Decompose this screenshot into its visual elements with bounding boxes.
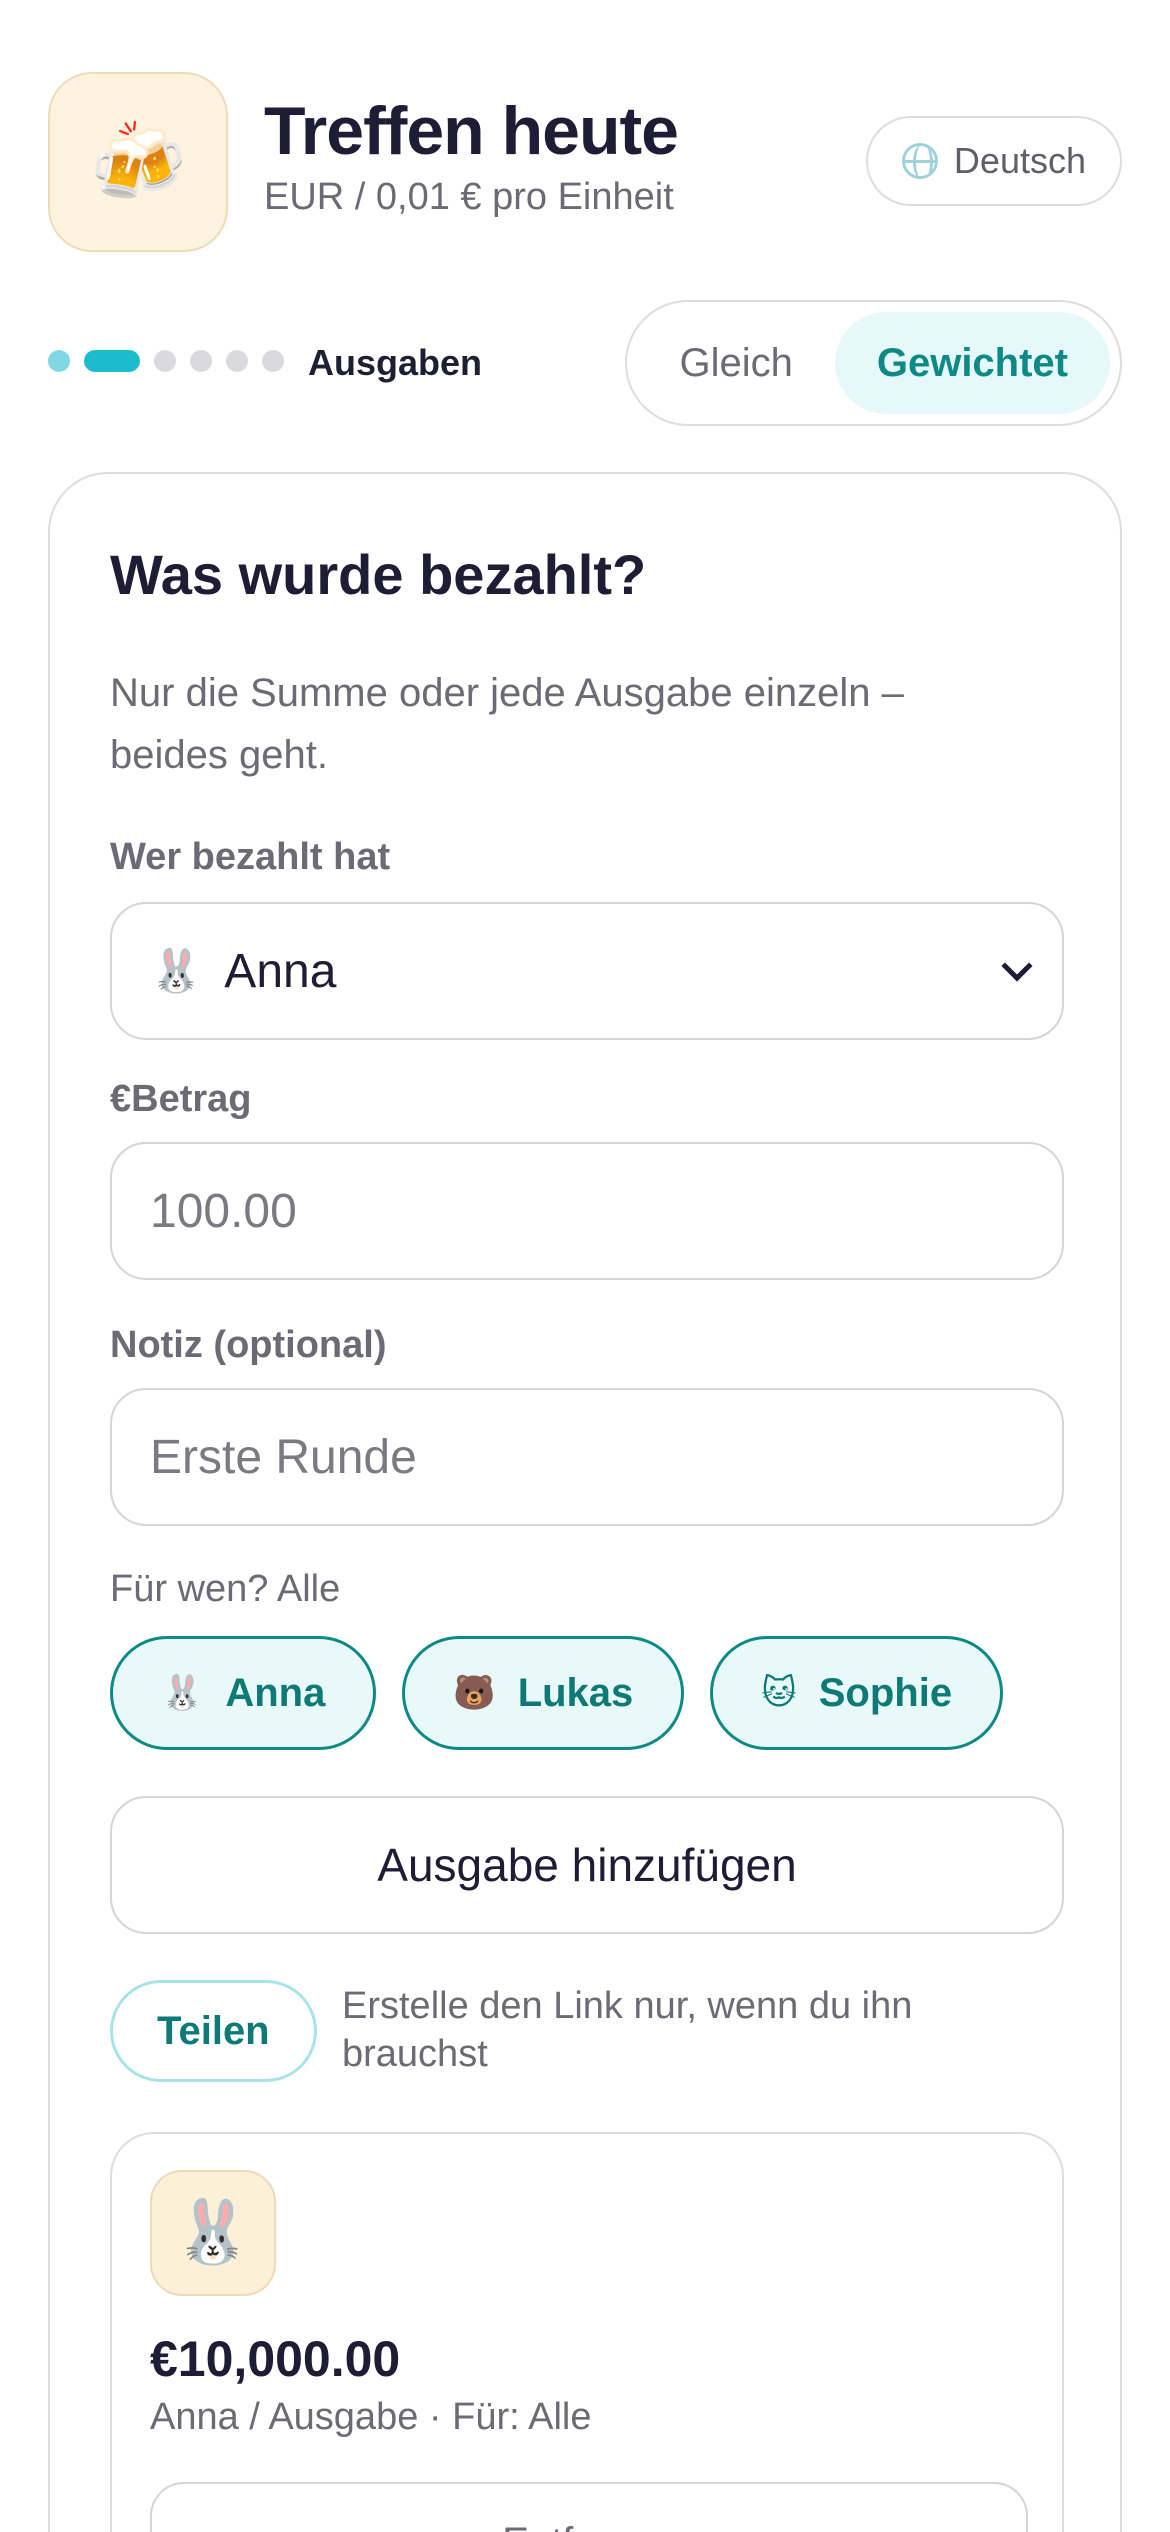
step-label: Ausgaben <box>308 342 483 383</box>
cat-icon: 🐱 <box>761 1674 797 1712</box>
expense-list-item: 🐰 €10,000.00 Anna / Ausgabe · Für: Alle … <box>110 2132 1064 2532</box>
for-whom-label: Für wen? Alle <box>110 1568 341 1610</box>
note-label: Notiz (optional) <box>110 1324 387 1366</box>
participant-name: Lukas <box>517 1670 634 1715</box>
participant-chips: 🐰 Anna 🐻 Lukas 🐱 Sophie <box>110 1636 1004 1750</box>
step-dot-6 <box>262 350 284 372</box>
expense-meta: Anna / Ausgabe · Für: Alle <box>150 2396 592 2438</box>
step-dot-5 <box>226 350 248 372</box>
expense-avatar: 🐰 <box>150 2170 276 2296</box>
page-title: Treffen heute <box>264 93 679 169</box>
participant-name: Anna <box>225 1670 326 1715</box>
add-expense-button[interactable]: Ausgabe hinzufügen <box>110 1796 1064 1934</box>
amount-input[interactable] <box>150 1183 1024 1239</box>
language-button[interactable]: Deutsch <box>865 116 1122 206</box>
share-button[interactable]: Teilen <box>110 1980 317 2082</box>
step-progress-row: Ausgaben Gleich Gewichtet <box>48 300 1122 430</box>
expense-card: Was wurde bezahlt? Nur die Summe oder je… <box>48 472 1122 2532</box>
section-title: Was wurde bezahlt? <box>110 543 647 606</box>
globe-icon <box>901 143 938 179</box>
split-mode-toggle: Gleich Gewichtet <box>625 300 1122 426</box>
participant-chip-lukas[interactable]: 🐻 Lukas <box>402 1636 685 1750</box>
bunny-icon: 🐰 <box>161 1674 204 1712</box>
payer-avatar-icon: 🐰 <box>150 947 203 994</box>
remove-expense-button[interactable]: Entfernen <box>150 2482 1028 2532</box>
expense-amount: €10,000.00 <box>150 2331 401 2387</box>
currency-subtitle: EUR / 0,01 € pro Einheit <box>264 176 674 218</box>
bear-icon: 🐻 <box>453 1674 496 1712</box>
chevron-down-icon <box>1001 950 1033 982</box>
step-dot-3 <box>154 350 176 372</box>
note-input[interactable] <box>150 1429 1024 1485</box>
split-mode-weighted[interactable]: Gewichtet <box>834 312 1110 414</box>
step-dot-1 <box>48 350 70 372</box>
amount-label: €Betrag <box>110 1078 252 1120</box>
section-hint: Nur die Summe oder jede Ausgabe einzeln … <box>110 671 904 777</box>
payer-select[interactable]: 🐰 Anna <box>110 902 1064 1040</box>
participant-chip-sophie[interactable]: 🐱 Sophie <box>710 1636 1004 1750</box>
note-field[interactable] <box>110 1388 1064 1526</box>
split-mode-equal[interactable]: Gleich <box>637 312 834 414</box>
participant-chip-anna[interactable]: 🐰 Anna <box>110 1636 377 1750</box>
amount-field[interactable] <box>110 1142 1064 1280</box>
payer-value: Anna <box>224 944 337 998</box>
app-header: 🍻 Treffen heute EUR / 0,01 € pro Einheit… <box>48 72 1122 252</box>
step-dot-2 <box>84 350 140 372</box>
share-hint: Erstelle den Link nur, wenn du ihn brauc… <box>342 1985 913 2075</box>
language-label: Deutsch <box>953 140 1086 181</box>
step-indicator <box>48 350 284 372</box>
participant-name: Sophie <box>818 1670 953 1715</box>
app-icon: 🍻 <box>48 72 228 252</box>
payer-label: Wer bezahlt hat <box>110 836 391 878</box>
step-dot-4 <box>190 350 212 372</box>
